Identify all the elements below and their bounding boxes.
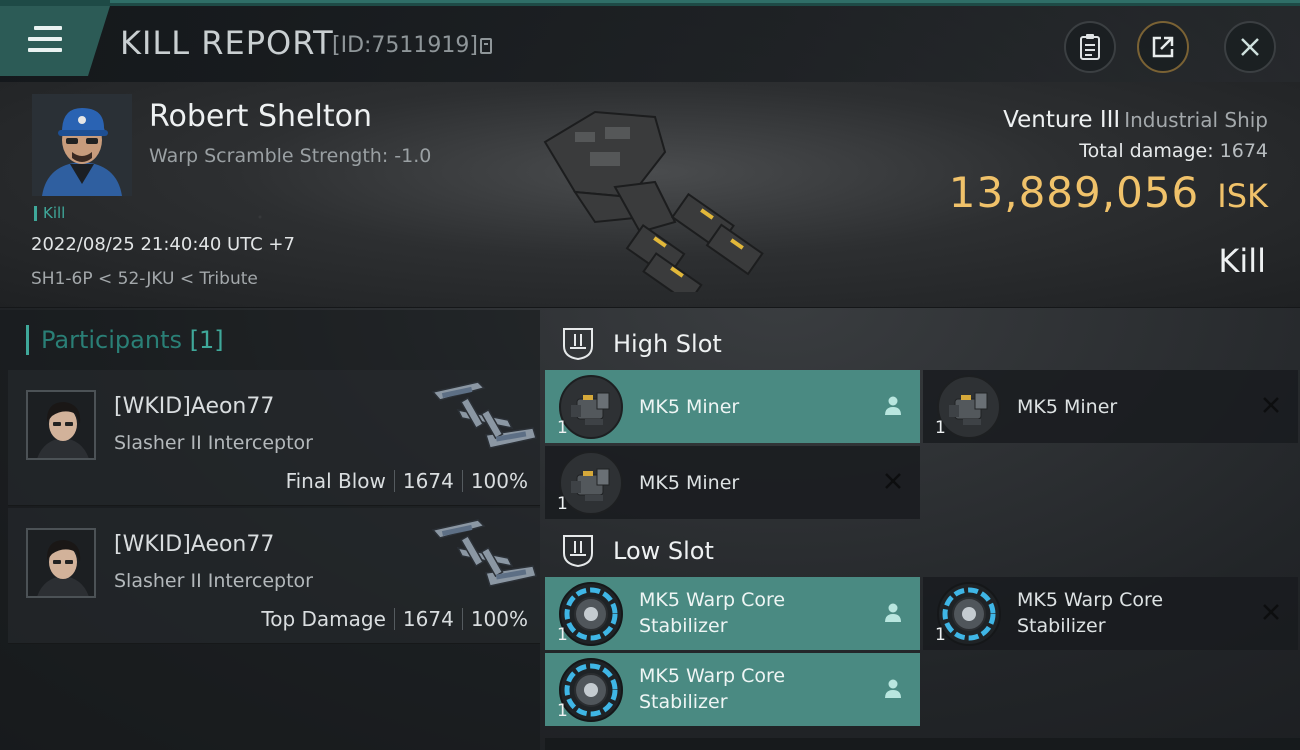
participant-stats: Top Damage 1674 100% bbox=[261, 607, 528, 631]
victim-ship-image bbox=[543, 110, 764, 292]
warp-scramble-strength: Warp Scramble Strength: -1.0 bbox=[149, 145, 432, 167]
module-quantity: 1 bbox=[935, 418, 946, 438]
kill-datetime: 2022/08/25 21:40:40 UTC +7 bbox=[31, 234, 295, 255]
module-name-line1: MK5 Warp Core bbox=[639, 589, 786, 611]
module-item[interactable]: 1 MK5 Miner bbox=[545, 370, 920, 443]
copy-icon[interactable] bbox=[480, 38, 492, 54]
participant-avatar[interactable] bbox=[26, 528, 96, 598]
close-button[interactable] bbox=[1224, 21, 1276, 73]
isk-unit: ISK bbox=[1217, 177, 1268, 215]
participant-row[interactable]: [WKID]Aeon77 Slasher II Interceptor Top … bbox=[8, 508, 540, 644]
miner-icon bbox=[559, 375, 623, 439]
module-item[interactable]: 1 MK5 Miner bbox=[545, 446, 920, 519]
module-quantity: 1 bbox=[557, 494, 568, 514]
module-item[interactable]: 1 MK5 Warp Core Stabilizer bbox=[545, 653, 920, 726]
participant-ship: Slasher II Interceptor bbox=[114, 432, 313, 454]
participant-ship-image bbox=[431, 381, 537, 449]
participant-role: Final Blow bbox=[285, 469, 386, 493]
participants-header: Participants [1] bbox=[26, 325, 224, 355]
high-slot-icon bbox=[563, 328, 593, 360]
participants-label: Participants bbox=[41, 326, 182, 354]
high-slot-header: High Slot bbox=[545, 314, 1300, 372]
hamburger-icon bbox=[28, 26, 62, 59]
ship-name: Venture III bbox=[1003, 107, 1121, 133]
participant-role: Top Damage bbox=[261, 607, 386, 631]
warp-core-stabilizer-icon bbox=[937, 582, 1001, 646]
module-name-line1: MK5 Warp Core bbox=[1017, 589, 1164, 611]
warp-core-stabilizer-icon bbox=[559, 658, 623, 722]
participant-stats: Final Blow 1674 100% bbox=[286, 469, 528, 493]
fittings-panel: High Slot 1 MK5 Miner 1 MK5 Miner 1 MK5 … bbox=[545, 310, 1300, 750]
participant-name: [WKID]Aeon77 bbox=[114, 532, 275, 557]
participant-ship-image bbox=[431, 519, 537, 587]
report-id: [ID:7511919] bbox=[332, 33, 478, 58]
next-slot-peek bbox=[545, 738, 1300, 750]
header-bar: KILL REPORT [ID:7511919] bbox=[0, 6, 1300, 82]
participant-ship: Slasher II Interceptor bbox=[114, 570, 313, 592]
participant-percent: 100% bbox=[470, 469, 528, 493]
kill-location: SH1-6P < 52-JKU < Tribute bbox=[31, 269, 258, 289]
destroyed-x-icon bbox=[885, 473, 901, 489]
participant-avatar-image bbox=[28, 530, 94, 596]
module-name: MK5 Miner bbox=[1017, 396, 1118, 418]
share-icon bbox=[1152, 36, 1174, 58]
participant-row[interactable]: [WKID]Aeon77 Slasher II Interceptor Fina… bbox=[8, 370, 540, 506]
module-quantity: 1 bbox=[557, 701, 568, 721]
low-slot-icon bbox=[563, 535, 593, 567]
participant-avatar-image bbox=[28, 392, 94, 458]
destroyed-x-icon bbox=[1263, 397, 1279, 413]
page-title: KILL REPORT bbox=[120, 24, 334, 62]
participants-count: [1] bbox=[189, 326, 224, 354]
module-name: MK5 Warp Core Stabilizer bbox=[639, 663, 785, 715]
total-damage-label: Total damage: bbox=[1079, 140, 1214, 162]
module-name-line2: Stabilizer bbox=[639, 691, 728, 713]
share-button[interactable] bbox=[1137, 21, 1189, 73]
module-item[interactable]: 1 MK5 Warp Core Stabilizer bbox=[545, 577, 920, 650]
low-slot-header: Low Slot bbox=[545, 521, 1300, 579]
isk-loss: 13,889,056 ISK bbox=[949, 168, 1268, 217]
module-name: MK5 Miner bbox=[639, 472, 740, 494]
result-label: Kill bbox=[1218, 242, 1266, 280]
total-damage-value: 1674 bbox=[1219, 140, 1268, 162]
kill-tag: Kill bbox=[34, 206, 65, 221]
person-icon bbox=[885, 679, 901, 698]
victim-avatar-image bbox=[32, 94, 132, 196]
module-item[interactable]: 1 MK5 Warp Core Stabilizer bbox=[923, 577, 1298, 650]
miner-icon bbox=[559, 451, 623, 515]
victim-name[interactable]: Robert Shelton bbox=[149, 99, 372, 134]
participant-damage: 1674 bbox=[402, 469, 454, 493]
module-item[interactable]: 1 MK5 Miner bbox=[923, 370, 1298, 443]
clipboard-button[interactable] bbox=[1064, 21, 1116, 73]
ship-class: Industrial Ship bbox=[1124, 108, 1268, 132]
participant-damage: 1674 bbox=[402, 607, 454, 631]
module-quantity: 1 bbox=[935, 625, 946, 645]
high-slot-label: High Slot bbox=[613, 330, 722, 358]
destroyed-x-icon bbox=[1263, 604, 1279, 620]
victim-portrait[interactable] bbox=[32, 94, 132, 196]
module-name-line2: Stabilizer bbox=[1017, 615, 1106, 637]
isk-value: 13,889,056 bbox=[948, 168, 1200, 217]
participants-panel: Participants [1] [WKID]Aeon77 Slasher II… bbox=[0, 310, 540, 750]
participant-percent: 100% bbox=[470, 607, 528, 631]
module-name-line1: MK5 Warp Core bbox=[639, 665, 786, 687]
victim-banner: Robert Shelton Warp Scramble Strength: -… bbox=[0, 82, 1300, 308]
close-icon bbox=[1241, 38, 1259, 56]
miner-icon bbox=[937, 375, 1001, 439]
victim-ship[interactable]: Venture III Industrial Ship bbox=[1003, 107, 1268, 133]
module-name: MK5 Warp Core Stabilizer bbox=[639, 587, 785, 639]
module-name: MK5 Miner bbox=[639, 396, 740, 418]
participant-avatar[interactable] bbox=[26, 390, 96, 460]
person-icon bbox=[885, 603, 901, 622]
clipboard-icon bbox=[1080, 34, 1100, 60]
menu-button[interactable] bbox=[0, 6, 110, 76]
warp-core-stabilizer-icon bbox=[559, 582, 623, 646]
low-slot-label: Low Slot bbox=[613, 537, 714, 565]
module-quantity: 1 bbox=[557, 418, 568, 438]
module-name-line2: Stabilizer bbox=[639, 615, 728, 637]
total-damage: Total damage: 1674 bbox=[1079, 140, 1268, 162]
module-quantity: 1 bbox=[557, 625, 568, 645]
person-icon bbox=[885, 396, 901, 415]
participant-name: [WKID]Aeon77 bbox=[114, 394, 275, 419]
module-name: MK5 Warp Core Stabilizer bbox=[1017, 587, 1163, 639]
